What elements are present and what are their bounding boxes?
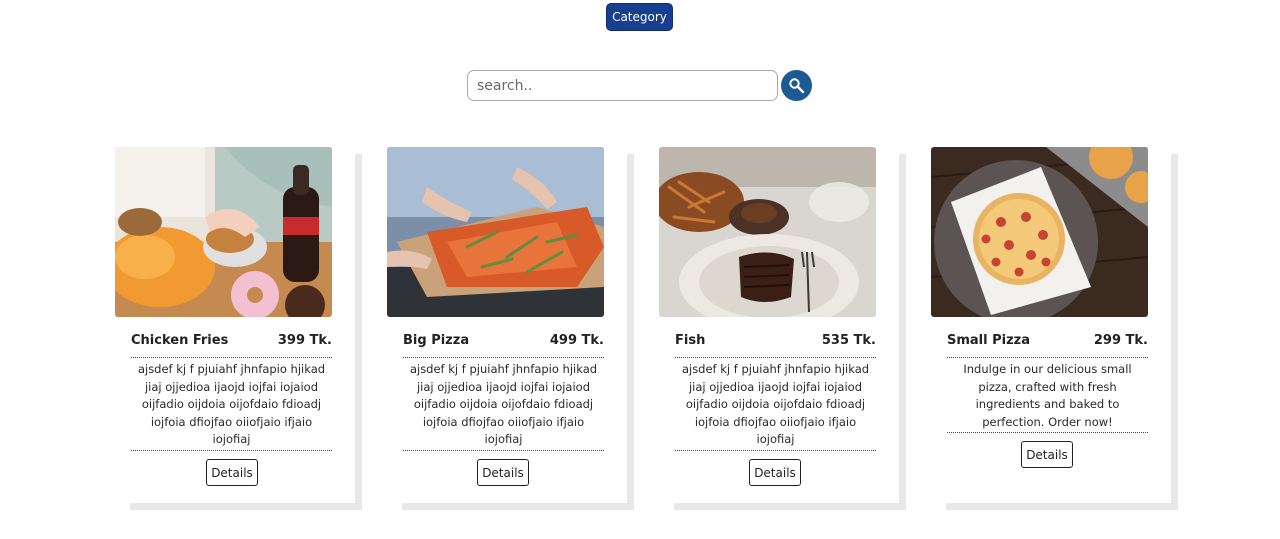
- product-name: Fish: [675, 333, 706, 348]
- details-button[interactable]: Details: [749, 459, 801, 486]
- product-card: Big Pizza 499 Tk. ajsdef kj f pjuiahf jh…: [387, 147, 627, 503]
- product-price: 299 Tk.: [1093, 333, 1148, 348]
- product-image: [115, 147, 332, 317]
- details-button[interactable]: Details: [477, 459, 529, 486]
- search-icon: [789, 78, 805, 94]
- product-price: 399 Tk.: [277, 333, 332, 348]
- product-price: 535 Tk.: [821, 333, 876, 348]
- product-name: Chicken Fries: [131, 333, 229, 348]
- product-card: Chicken Fries 399 Tk. ajsdef kj f pjuiah…: [115, 147, 355, 503]
- details-button[interactable]: Details: [206, 459, 258, 486]
- product-image: [387, 147, 604, 317]
- product-description: Indulge in our delicious small pizza, cr…: [947, 357, 1148, 433]
- category-button[interactable]: Category: [606, 3, 673, 31]
- product-description: ajsdef kj f pjuiahf jhnfapio hjikad jiaj…: [675, 357, 876, 451]
- product-image: [659, 147, 876, 317]
- search-button[interactable]: [781, 70, 812, 101]
- product-image: [931, 147, 1148, 317]
- product-card: Small Pizza 299 Tk. Indulge in our delic…: [931, 147, 1171, 503]
- product-card: Fish 535 Tk. ajsdef kj f pjuiahf jhnfapi…: [659, 147, 899, 503]
- product-price: 499 Tk.: [549, 333, 604, 348]
- search-input[interactable]: [467, 70, 778, 101]
- product-name: Big Pizza: [403, 333, 470, 348]
- details-button[interactable]: Details: [1021, 441, 1073, 468]
- product-name: Small Pizza: [947, 333, 1031, 348]
- product-description: ajsdef kj f pjuiahf jhnfapio hjikad jiaj…: [131, 357, 332, 451]
- product-description: ajsdef kj f pjuiahf jhnfapio hjikad jiaj…: [403, 357, 604, 451]
